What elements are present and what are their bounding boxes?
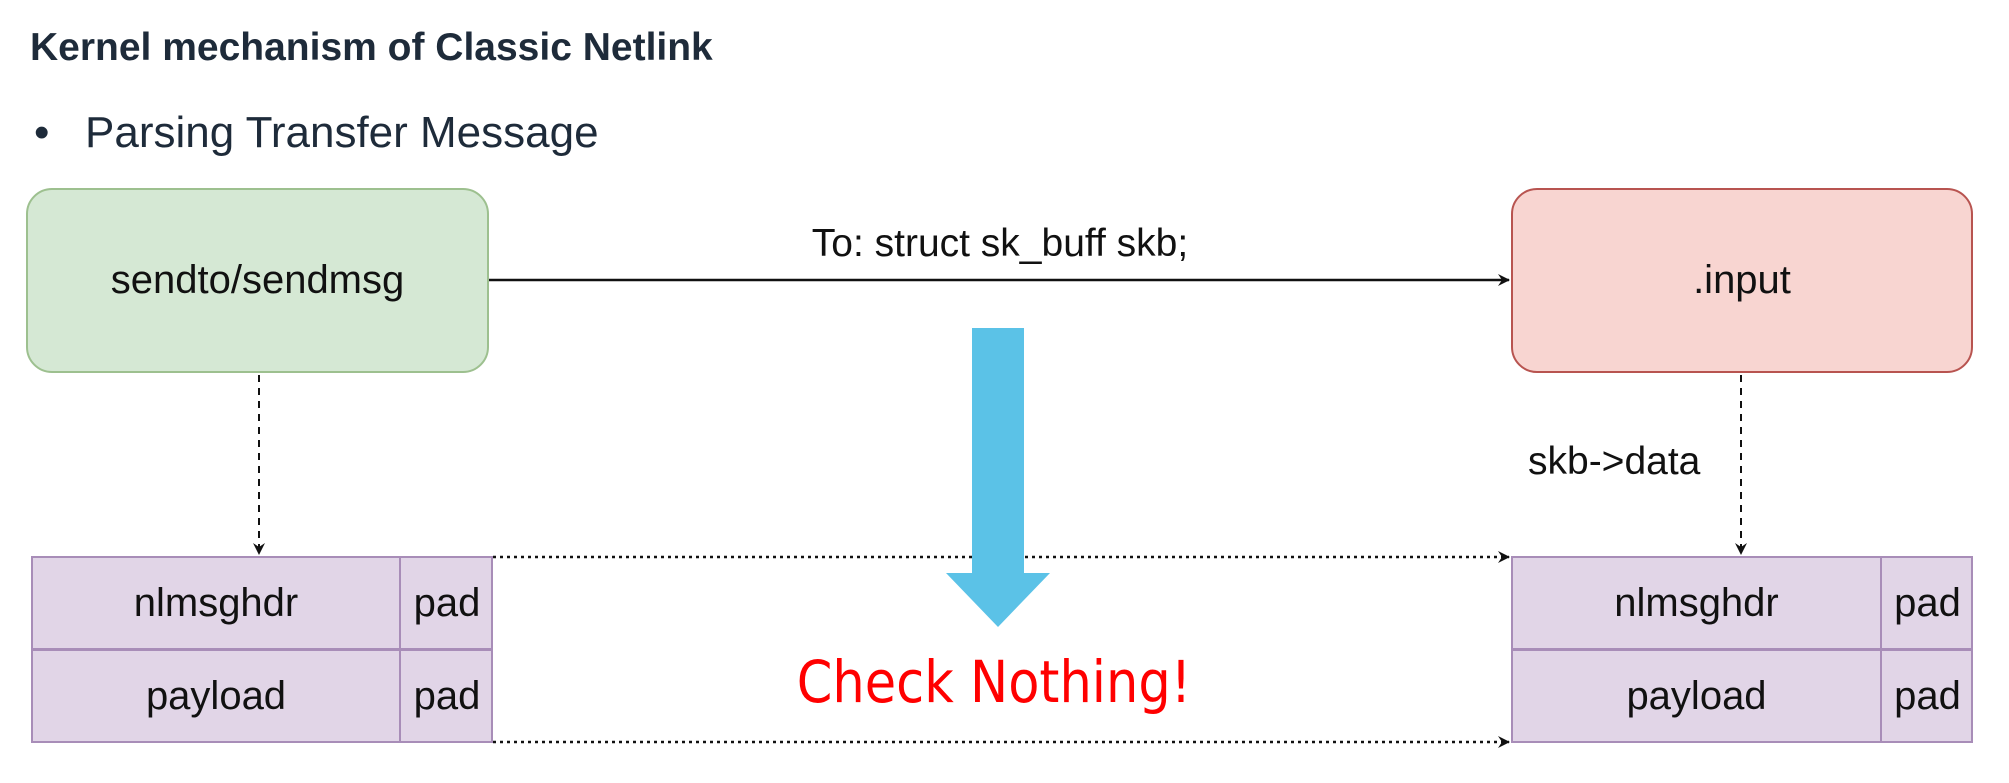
- receiver-message-table: nlmsghdr pad payload pad: [1511, 556, 1973, 743]
- table-cell: nlmsghdr: [1513, 558, 1882, 651]
- table-cell: pad: [413, 673, 481, 718]
- sender-message-table: nlmsghdr pad payload pad: [31, 556, 493, 743]
- receiver-label: .input: [1693, 258, 1791, 302]
- sender-node: sendto/sendmsg: [26, 188, 489, 373]
- receiver-node: .input: [1511, 188, 1973, 373]
- table-cell: pad: [401, 558, 493, 651]
- table-cell: payload: [33, 651, 401, 741]
- table-cell: nlmsghdr: [33, 558, 401, 651]
- table-cell: pad: [1882, 558, 1973, 651]
- big-down-arrow-icon: [946, 328, 1050, 627]
- transfer-label: To: struct sk_buff skb;: [811, 222, 1189, 265]
- table-cell: payload: [1513, 651, 1882, 741]
- skb-data-label: skb->data: [1528, 440, 1701, 483]
- sender-label: sendto/sendmsg: [110, 258, 405, 302]
- check-nothing-callout: Check Nothing!: [796, 648, 1192, 716]
- table-cell: pad: [1894, 673, 1961, 718]
